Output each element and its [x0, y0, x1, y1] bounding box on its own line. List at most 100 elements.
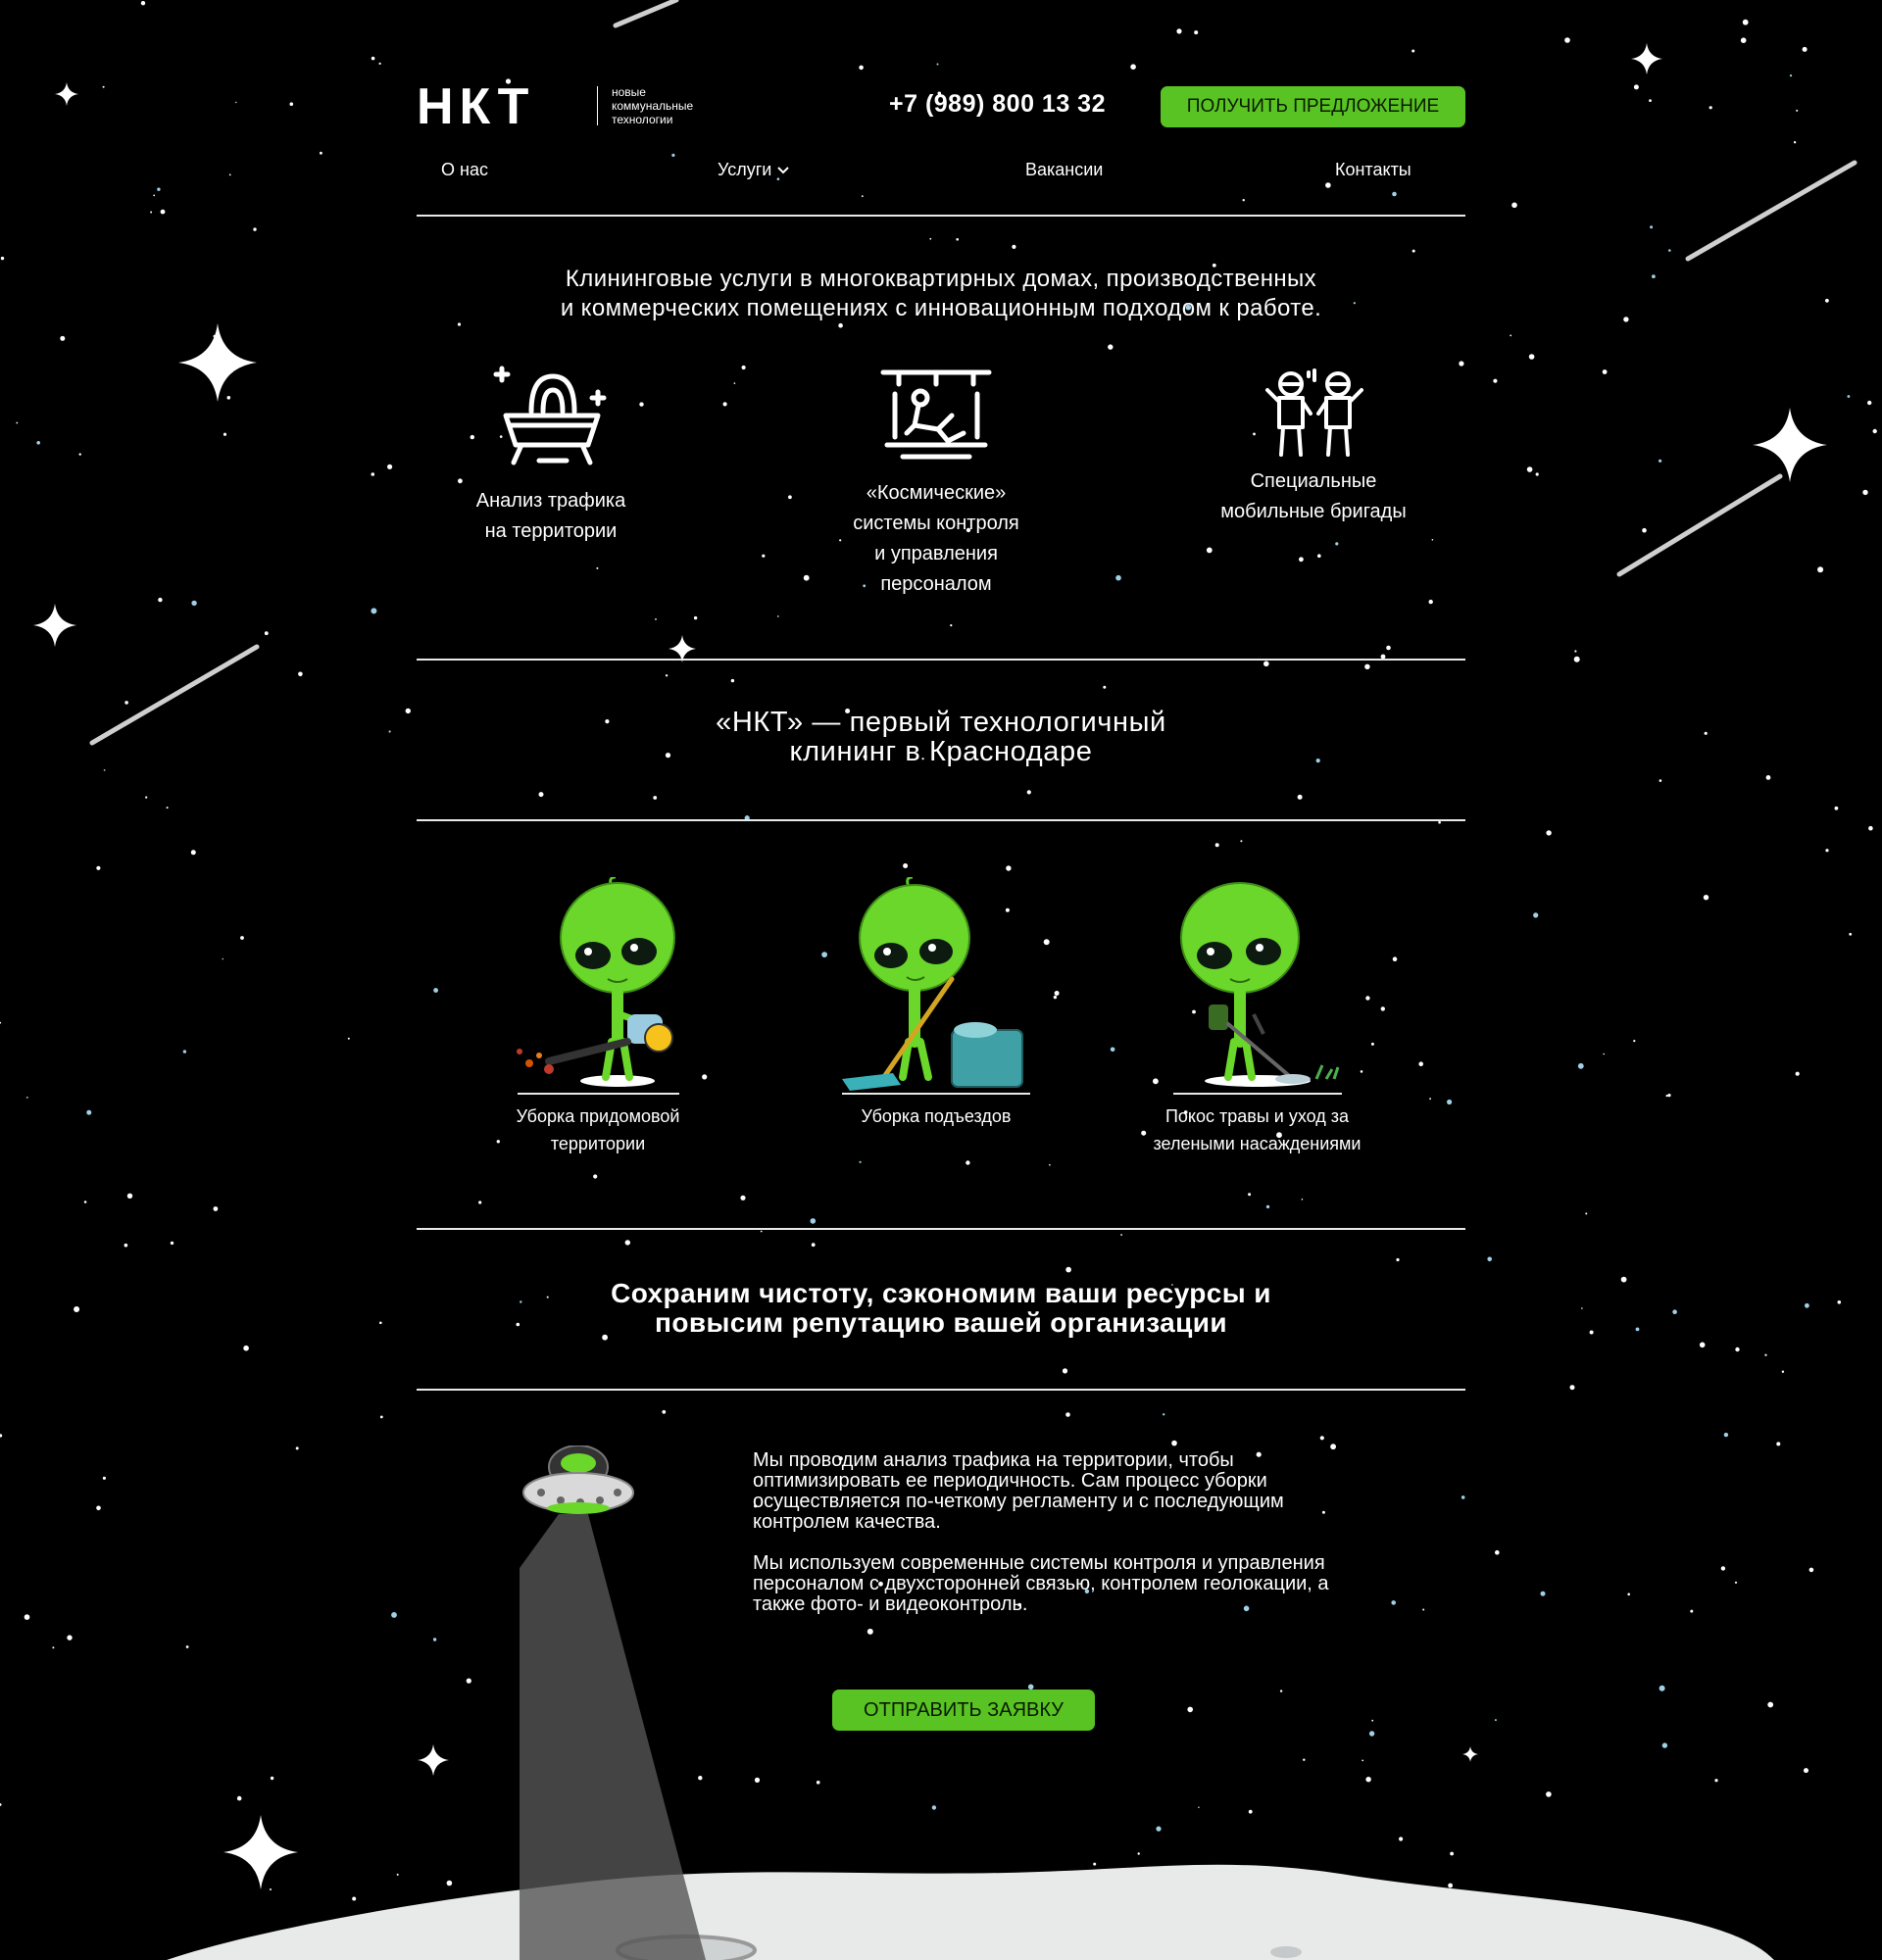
phone-link[interactable]: +7 (989) 800 13 32: [889, 90, 1106, 119]
star: [0, 1434, 3, 1438]
headline: «НКТ» — первый технологичный клининг в К…: [417, 708, 1465, 766]
feature-label-line: и управления: [874, 543, 998, 564]
main-nav: О нас Услуги Вакансии Контакты: [417, 160, 1465, 183]
nav-item-label: Вакансии: [1025, 160, 1104, 179]
star: [320, 151, 322, 155]
nav-item-contacts[interactable]: Контакты: [1335, 160, 1412, 180]
service-yard-cleaning[interactable]: Уборка придомовой территории: [500, 877, 696, 1157]
star: [1493, 378, 1498, 383]
star: [240, 936, 244, 940]
star: [1633, 1040, 1636, 1043]
service-underline: [842, 1093, 1030, 1095]
star: [1510, 334, 1512, 337]
star: [235, 101, 237, 104]
service-label-line: Уборка придомовой: [516, 1106, 680, 1126]
divider: [417, 659, 1465, 661]
star: [103, 769, 106, 771]
star: [124, 1243, 128, 1248]
star: [371, 56, 375, 61]
star: [1564, 37, 1570, 43]
star: [1627, 1592, 1630, 1596]
star: [67, 1635, 73, 1641]
logo-subtitle-line: новые: [612, 85, 646, 99]
star: [270, 1776, 274, 1781]
alien-mop-illustration: [842, 877, 1023, 1091]
get-offer-button[interactable]: Получить предложение: [1161, 86, 1465, 127]
headline-line: клининг в Краснодаре: [789, 736, 1093, 767]
feature-label-line: Специальные: [1250, 470, 1377, 492]
star: [1602, 369, 1608, 374]
star: [0, 256, 5, 261]
sparkle-star: [1753, 408, 1827, 482]
nav-item-label: Услуги: [718, 160, 772, 179]
divider: [417, 819, 1465, 821]
star: [1603, 1053, 1605, 1055]
star: [170, 1241, 174, 1246]
star: [1699, 1342, 1706, 1348]
feature-label-line: «Космические»: [866, 482, 1007, 504]
star: [1535, 472, 1539, 476]
star: [102, 85, 105, 88]
nav-item-services[interactable]: Услуги: [718, 160, 790, 180]
service-entrance-cleaning[interactable]: Уборка подъездов: [838, 877, 1034, 1130]
star: [124, 701, 128, 705]
star: [391, 1612, 397, 1618]
logo-mark-icon: НКТ: [417, 84, 534, 127]
star: [1802, 46, 1808, 52]
service-label-line: территории: [550, 1134, 646, 1153]
slogan-line: повысим репутацию вашей организации: [655, 1307, 1227, 1338]
submit-request-button[interactable]: Отправить заявку: [832, 1690, 1095, 1731]
space-control-icon: [880, 369, 992, 460]
star: [1805, 1302, 1809, 1308]
star: [1494, 1719, 1497, 1722]
star: [1495, 1549, 1500, 1555]
star: [1585, 1212, 1588, 1215]
star: [1633, 84, 1639, 90]
star: [0, 1021, 2, 1024]
star: [1635, 1327, 1640, 1332]
star: [74, 1306, 80, 1312]
star: [96, 865, 101, 870]
intro-line: и коммерческих помещениях с инновационны…: [560, 295, 1322, 321]
star: [1659, 1685, 1665, 1691]
star: [158, 597, 163, 603]
star: [16, 421, 19, 424]
star: [126, 1193, 133, 1200]
star: [1577, 1062, 1584, 1069]
logo-divider: [597, 86, 598, 125]
ufo-icon: [493, 366, 607, 466]
service-grass-mowing[interactable]: Покос травы и уход за зелеными насаждени…: [1142, 877, 1372, 1157]
star: [371, 472, 375, 476]
star: [1690, 1609, 1694, 1613]
star: [1528, 354, 1535, 360]
star: [1650, 225, 1654, 229]
service-underline: [517, 1093, 679, 1095]
star: [264, 631, 269, 636]
star: [1714, 1779, 1718, 1783]
svg-text:НКТ: НКТ: [417, 84, 534, 127]
sparkle-star: [33, 604, 76, 647]
nav-item-about[interactable]: О нас: [441, 160, 488, 180]
logo-subtitle: новые коммунальные технологии: [612, 85, 693, 126]
star: [26, 1097, 28, 1099]
star: [0, 1803, 2, 1806]
star: [222, 957, 224, 960]
star: [1574, 650, 1577, 653]
intro-line: Клининговые услуги в многоквартирных дом…: [565, 266, 1317, 292]
star: [1837, 1300, 1842, 1304]
ufo-beam-illustration: [520, 1446, 706, 1960]
star: [1776, 1442, 1781, 1446]
star: [1581, 1307, 1583, 1309]
logo-subtitle-line: коммунальные: [612, 99, 694, 113]
star: [60, 335, 66, 341]
nav-item-vacancies[interactable]: Вакансии: [1025, 160, 1103, 180]
star: [1834, 806, 1839, 810]
logo[interactable]: НКТ новые коммунальные технологии: [417, 84, 693, 127]
about-text: Мы проводим анализ трафика на территории…: [753, 1450, 1380, 1636]
star: [160, 209, 166, 215]
star: [185, 1645, 189, 1648]
service-label-line: Покос травы и уход за: [1164, 1106, 1350, 1126]
star: [405, 708, 411, 714]
star: [298, 671, 303, 677]
star: [1868, 825, 1873, 831]
